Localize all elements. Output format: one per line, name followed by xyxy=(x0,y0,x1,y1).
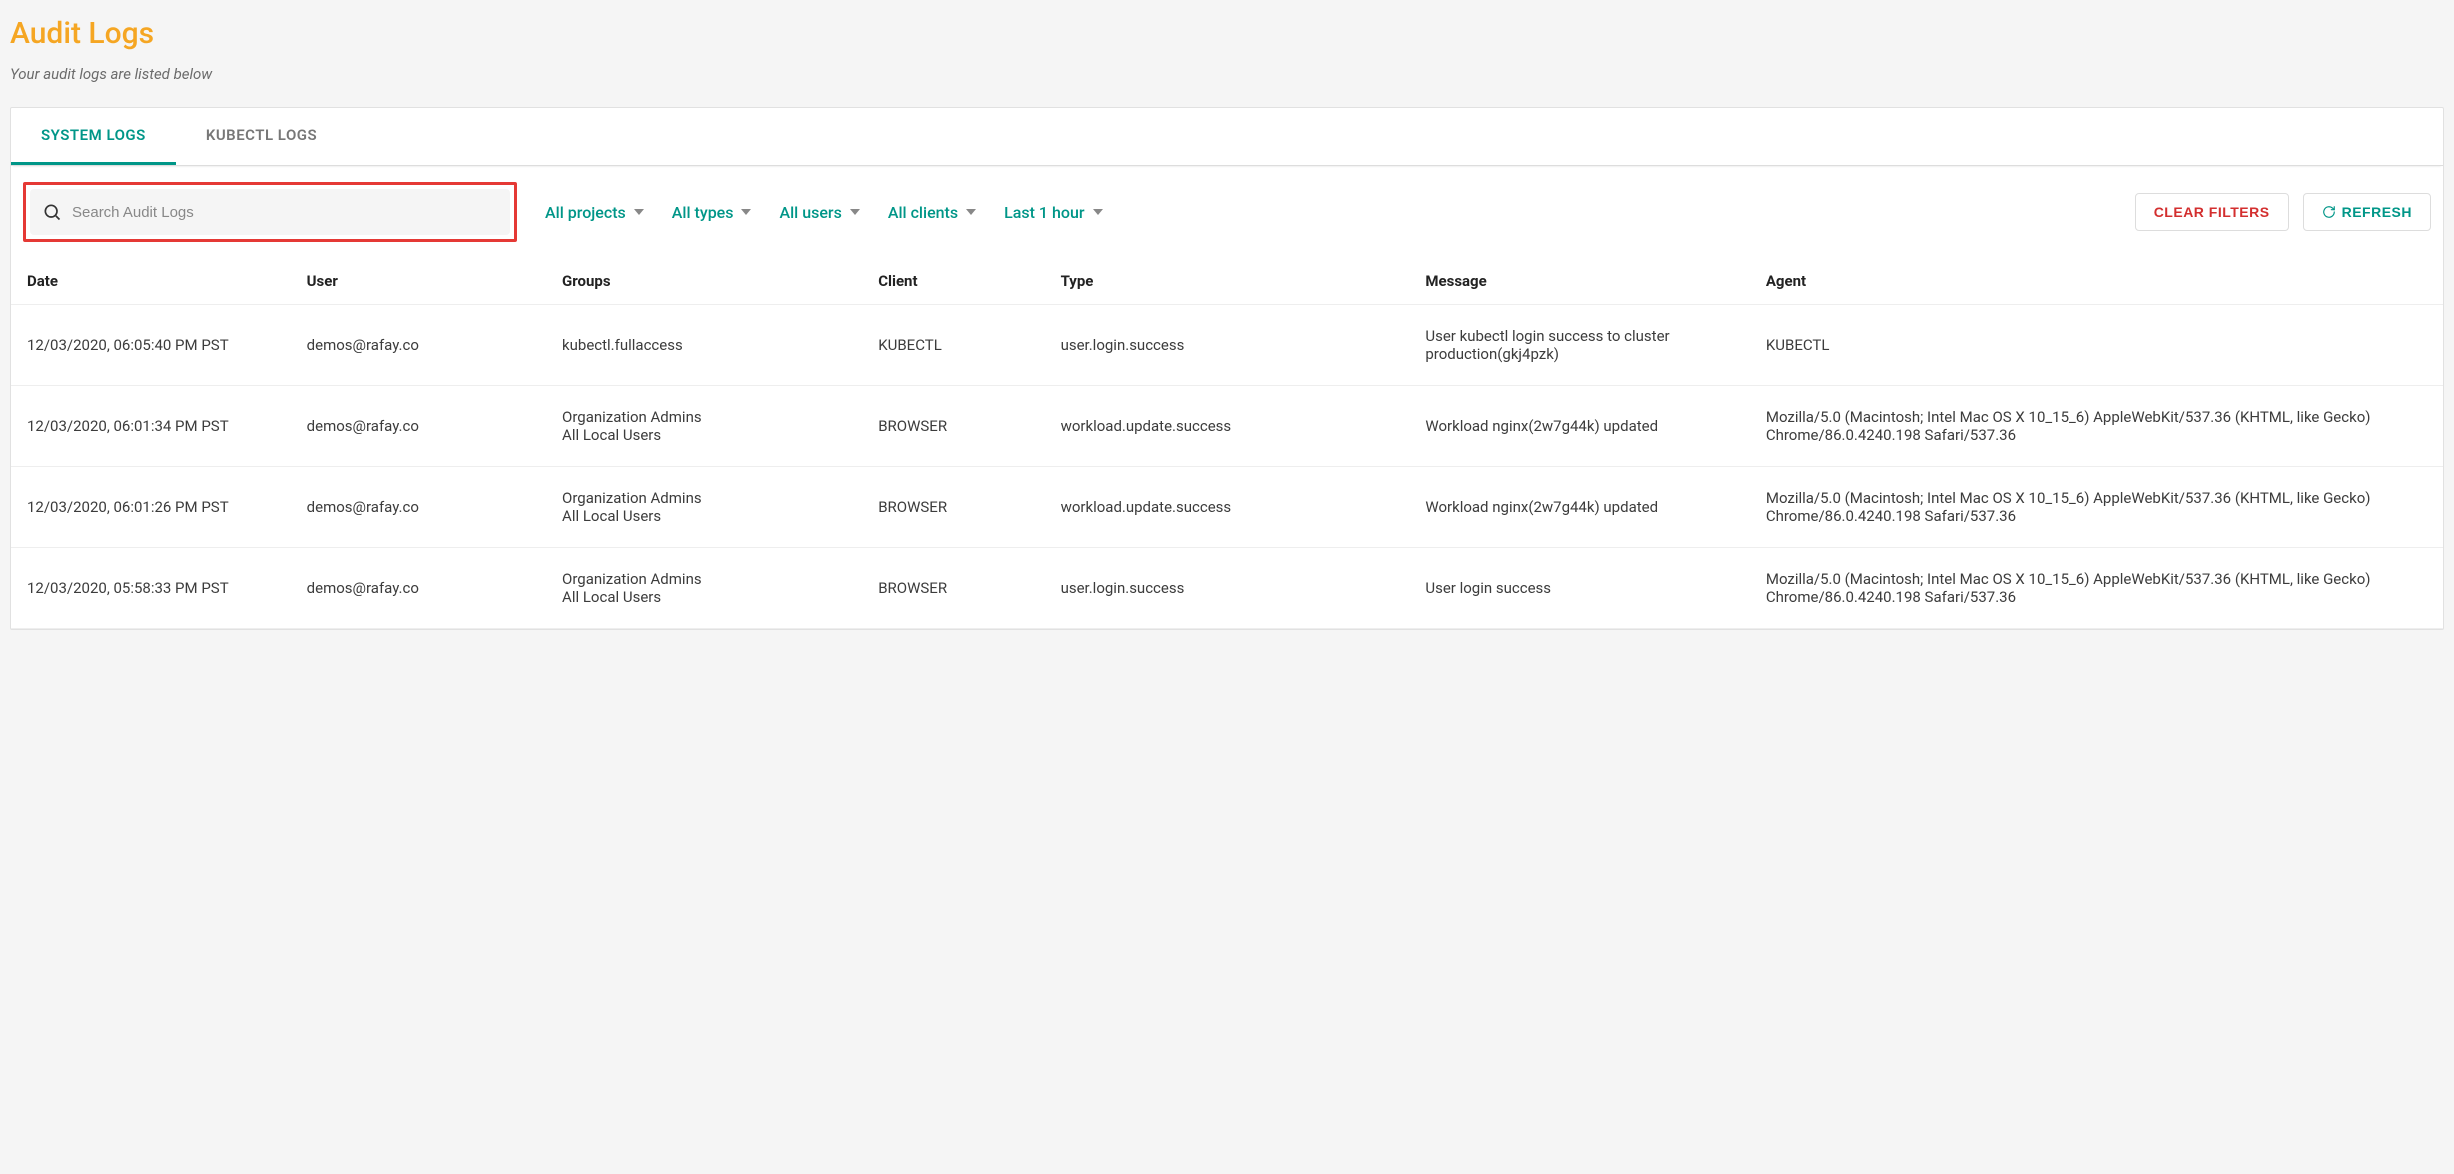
cell-message: Workload nginx(2w7g44k) updated xyxy=(1409,467,1749,548)
cell-type: workload.update.success xyxy=(1045,386,1410,467)
table-row: 12/03/2020, 06:01:34 PM PSTdemos@rafay.c… xyxy=(11,386,2443,467)
cell-message: User kubectl login success to cluster pr… xyxy=(1409,305,1749,386)
cell-type: user.login.success xyxy=(1045,548,1410,629)
filter-clients[interactable]: All clients xyxy=(888,203,976,222)
cell-date: 12/03/2020, 06:05:40 PM PST xyxy=(11,305,291,386)
cell-client: BROWSER xyxy=(862,386,1044,467)
cell-groups: Organization AdminsAll Local Users xyxy=(546,467,862,548)
cell-message: User login success xyxy=(1409,548,1749,629)
cell-agent: Mozilla/5.0 (Macintosh; Intel Mac OS X 1… xyxy=(1750,386,2443,467)
col-date: Date xyxy=(11,258,291,305)
audit-logs-card: SYSTEM LOGS KUBECTL LOGS All projects Al… xyxy=(10,107,2444,630)
cell-agent: KUBECTL xyxy=(1750,305,2443,386)
search-highlight xyxy=(23,182,517,242)
clear-filters-label: CLEAR FILTERS xyxy=(2154,204,2270,220)
search-input[interactable] xyxy=(72,204,498,221)
cell-client: KUBECTL xyxy=(862,305,1044,386)
table-header-row: Date User Groups Client Type Message Age… xyxy=(11,258,2443,305)
filter-clients-label: All clients xyxy=(888,203,958,222)
filter-projects[interactable]: All projects xyxy=(545,203,644,222)
search-box[interactable] xyxy=(30,189,510,235)
cell-user: demos@rafay.co xyxy=(291,305,546,386)
chevron-down-icon xyxy=(1093,209,1103,215)
cell-client: BROWSER xyxy=(862,467,1044,548)
tab-system-logs[interactable]: SYSTEM LOGS xyxy=(11,108,176,165)
cell-groups: kubectl.fullaccess xyxy=(546,305,862,386)
col-client: Client xyxy=(862,258,1044,305)
filter-time-label: Last 1 hour xyxy=(1004,203,1084,222)
cell-date: 12/03/2020, 06:01:26 PM PST xyxy=(11,467,291,548)
cell-user: demos@rafay.co xyxy=(291,548,546,629)
cell-user: demos@rafay.co xyxy=(291,467,546,548)
audit-logs-table: Date User Groups Client Type Message Age… xyxy=(11,258,2443,629)
table-row: 12/03/2020, 06:05:40 PM PSTdemos@rafay.c… xyxy=(11,305,2443,386)
cell-user: demos@rafay.co xyxy=(291,386,546,467)
chevron-down-icon xyxy=(966,209,976,215)
tabs: SYSTEM LOGS KUBECTL LOGS xyxy=(11,108,2443,166)
cell-type: workload.update.success xyxy=(1045,467,1410,548)
table-row: 12/03/2020, 06:01:26 PM PSTdemos@rafay.c… xyxy=(11,467,2443,548)
search-icon xyxy=(42,202,62,222)
refresh-button[interactable]: REFRESH xyxy=(2303,193,2431,231)
cell-date: 12/03/2020, 05:58:33 PM PST xyxy=(11,548,291,629)
page-title: Audit Logs xyxy=(10,16,2444,51)
filter-users-label: All users xyxy=(779,203,841,222)
filter-projects-label: All projects xyxy=(545,203,626,222)
filter-group: All projects All types All users All cli… xyxy=(535,193,2431,231)
chevron-down-icon xyxy=(741,209,751,215)
col-type: Type xyxy=(1045,258,1410,305)
filter-types-label: All types xyxy=(672,203,734,222)
col-agent: Agent xyxy=(1750,258,2443,305)
filter-actions: CLEAR FILTERS REFRESH xyxy=(2135,193,2431,231)
col-groups: Groups xyxy=(546,258,862,305)
cell-groups: Organization AdminsAll Local Users xyxy=(546,386,862,467)
page-subtitle: Your audit logs are listed below xyxy=(10,65,2444,83)
chevron-down-icon xyxy=(634,209,644,215)
clear-filters-button[interactable]: CLEAR FILTERS xyxy=(2135,193,2289,231)
chevron-down-icon xyxy=(850,209,860,215)
tab-kubectl-logs[interactable]: KUBECTL LOGS xyxy=(176,108,347,165)
refresh-label: REFRESH xyxy=(2342,204,2412,220)
refresh-icon xyxy=(2322,205,2336,219)
cell-date: 12/03/2020, 06:01:34 PM PST xyxy=(11,386,291,467)
cell-agent: Mozilla/5.0 (Macintosh; Intel Mac OS X 1… xyxy=(1750,467,2443,548)
col-message: Message xyxy=(1409,258,1749,305)
cell-type: user.login.success xyxy=(1045,305,1410,386)
filter-types[interactable]: All types xyxy=(672,203,752,222)
cell-client: BROWSER xyxy=(862,548,1044,629)
cell-agent: Mozilla/5.0 (Macintosh; Intel Mac OS X 1… xyxy=(1750,548,2443,629)
filter-time[interactable]: Last 1 hour xyxy=(1004,203,1102,222)
filter-users[interactable]: All users xyxy=(779,203,859,222)
filter-bar: All projects All types All users All cli… xyxy=(11,166,2443,258)
cell-groups: Organization AdminsAll Local Users xyxy=(546,548,862,629)
col-user: User xyxy=(291,258,546,305)
cell-message: Workload nginx(2w7g44k) updated xyxy=(1409,386,1749,467)
table-row: 12/03/2020, 05:58:33 PM PSTdemos@rafay.c… xyxy=(11,548,2443,629)
